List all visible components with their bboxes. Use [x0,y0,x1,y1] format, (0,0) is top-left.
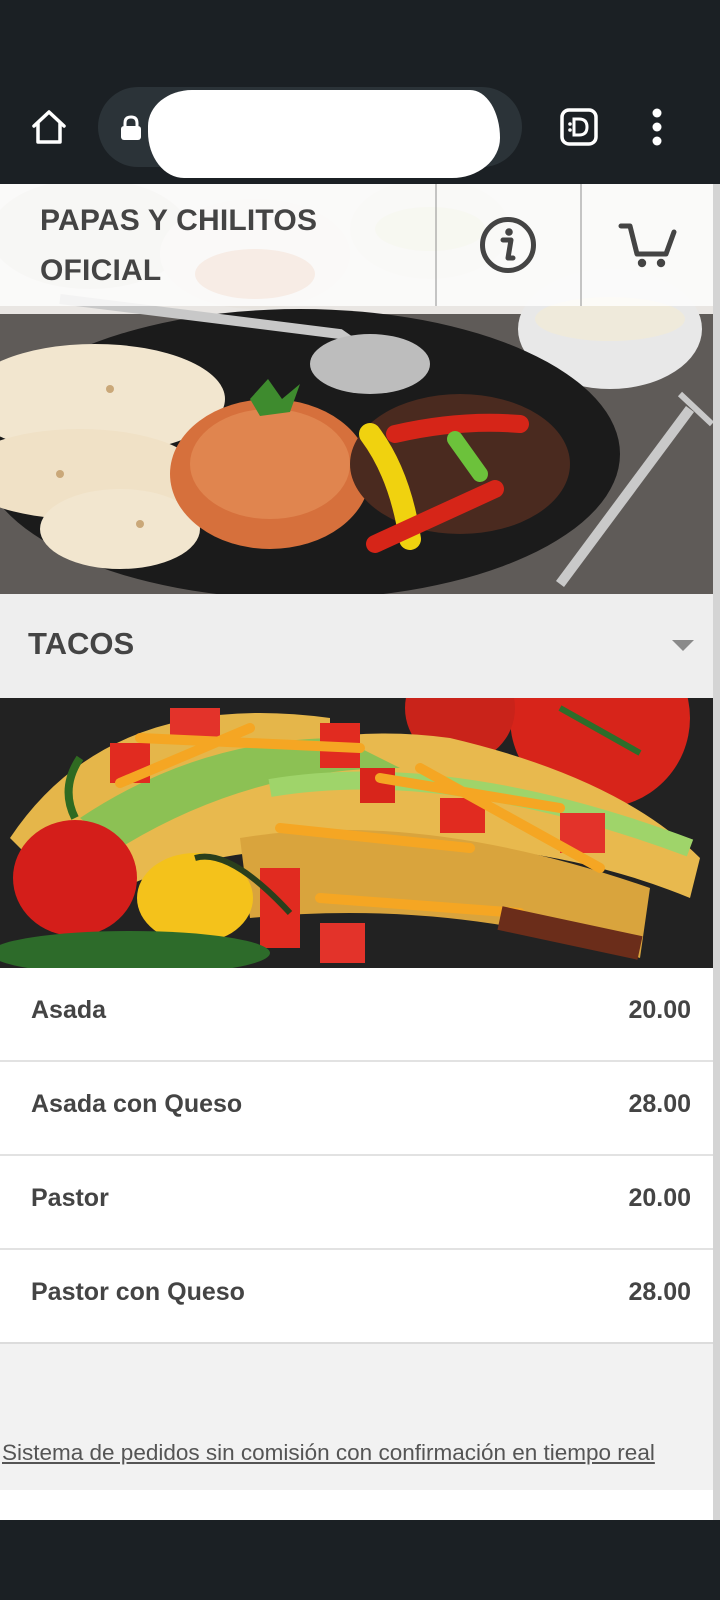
category-title: TACOS [28,626,135,661]
tab-switcher-icon [560,108,598,146]
item-price: 28.00 [628,1278,691,1306]
home-button[interactable] [22,100,76,154]
navigation-bar [0,1522,720,1600]
item-price: 28.00 [628,1090,691,1118]
tab-switcher-button[interactable] [556,104,602,150]
info-button[interactable] [436,184,580,306]
brand-name[interactable]: PAPAS Y CHILITOS OFICIAL [40,196,400,296]
status-bar [0,0,720,78]
url-redaction [148,90,500,178]
item-name: Asada con Queso [31,1090,243,1118]
cart-button[interactable] [582,184,713,306]
browser-menu-button[interactable] [642,100,672,154]
home-icon [32,110,66,144]
more-vert-icon [652,108,662,146]
menu-item-pastor[interactable]: Pastor 20.00 [0,1156,713,1250]
item-name: Pastor [31,1184,109,1212]
lock-icon [121,115,141,140]
footer-link[interactable]: Sistema de pedidos sin comisión con conf… [2,1440,713,1466]
menu-item-list: Asada 20.00 Asada con Queso 28.00 Pastor… [0,968,713,1344]
category-image [0,698,713,968]
cart-icon [618,223,676,268]
caret-down-icon [672,640,694,651]
site-header: PAPAS Y CHILITOS OFICIAL [0,184,713,306]
item-name: Asada [31,996,107,1024]
page: PAPAS Y CHILITOS OFICIAL TACOS Asada 20.… [0,184,720,1520]
item-price: 20.00 [628,1184,691,1212]
page-bottom [0,1490,713,1520]
menu-item-asada-con-queso[interactable]: Asada con Queso 28.00 [0,1062,713,1156]
menu-item-asada[interactable]: Asada 20.00 [0,968,713,1062]
info-icon [480,217,536,273]
category-header[interactable]: TACOS [0,594,713,698]
item-price: 20.00 [628,996,691,1024]
scrollbar[interactable] [713,184,720,1520]
item-name: Pastor con Queso [31,1278,245,1306]
menu-item-pastor-con-queso[interactable]: Pastor con Queso 28.00 [0,1250,713,1344]
